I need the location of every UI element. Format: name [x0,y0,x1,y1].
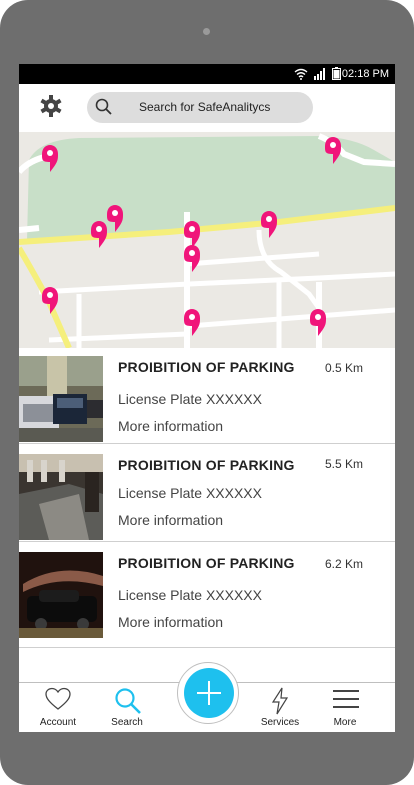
nav-search-label: Search [111,717,143,728]
device-frame: 02:18 PM Search for SafeAnalitycs PROIBI… [0,0,414,785]
screen: 02:18 PM Search for SafeAnalitycs PROIBI… [19,64,395,732]
car-photo-thumbnail [19,552,103,638]
heart-icon [45,687,71,710]
front-camera [203,28,210,35]
add-button-container [177,662,239,724]
status-icons [294,67,341,80]
location-pin-icon[interactable] [184,245,200,272]
hamburger-menu-icon [333,690,359,708]
nav-more-label: More [333,717,357,728]
list-item[interactable]: PROIBITION OF PARKING 6.2 Km License Pla… [19,544,395,648]
location-pin-icon[interactable] [42,287,58,314]
nav-services-label: Services [260,717,300,728]
search-input[interactable]: Search for SafeAnalitycs [87,92,313,123]
add-button[interactable] [184,668,234,718]
location-pin-icon[interactable] [184,309,200,336]
more-information-link[interactable]: More information [118,614,223,630]
item-license-plate: License Plate XXXXXX [118,587,262,603]
nav-services[interactable]: Services [250,687,310,731]
escalator-photo-thumbnail [19,454,103,540]
map-pins [42,137,341,336]
more-information-link[interactable]: More information [118,512,223,528]
list-item[interactable]: PROIBITION OF PARKING 5.5 Km License Pla… [19,446,395,542]
nav-account-label: Account [39,717,77,728]
search-placeholder: Search for SafeAnalitycs [139,100,271,114]
signal-icon [314,67,325,80]
nav-search[interactable]: Search [97,687,157,731]
location-pin-icon[interactable] [310,309,326,336]
item-title: PROIBITION OF PARKING [118,457,295,473]
location-pin-icon[interactable] [184,221,200,248]
location-pin-icon[interactable] [107,205,123,232]
search-icon [95,98,112,115]
lightning-bolt-icon [271,687,289,715]
plus-icon [197,681,221,705]
nav-more[interactable]: More [315,687,375,731]
item-distance: 0.5 Km [324,361,363,375]
item-distance: 6.2 Km [324,557,363,571]
location-pin-icon[interactable] [261,211,277,238]
clock: 02:18 PM [341,68,389,80]
street-photo-thumbnail [19,356,103,442]
item-title: PROIBITION OF PARKING [118,555,295,571]
nav-account[interactable]: Account [28,687,88,731]
item-license-plate: License Plate XXXXXX [118,485,262,501]
location-pin-icon[interactable] [91,221,107,248]
item-distance: 5.5 Km [324,457,363,471]
location-pin-icon[interactable] [42,145,58,172]
settings-gear-icon[interactable] [37,92,65,120]
top-bar: Search for SafeAnalitycs [19,84,395,132]
list-item[interactable]: PROIBITION OF PARKING 0.5 Km License Pla… [19,348,395,444]
wifi-icon [294,68,308,80]
battery-icon [332,67,341,80]
more-information-link[interactable]: More information [118,418,223,434]
location-pin-icon[interactable] [325,137,341,164]
item-title: PROIBITION OF PARKING [118,359,295,375]
status-bar: 02:18 PM [19,64,395,84]
item-license-plate: License Plate XXXXXX [118,391,262,407]
search-icon [115,688,141,714]
